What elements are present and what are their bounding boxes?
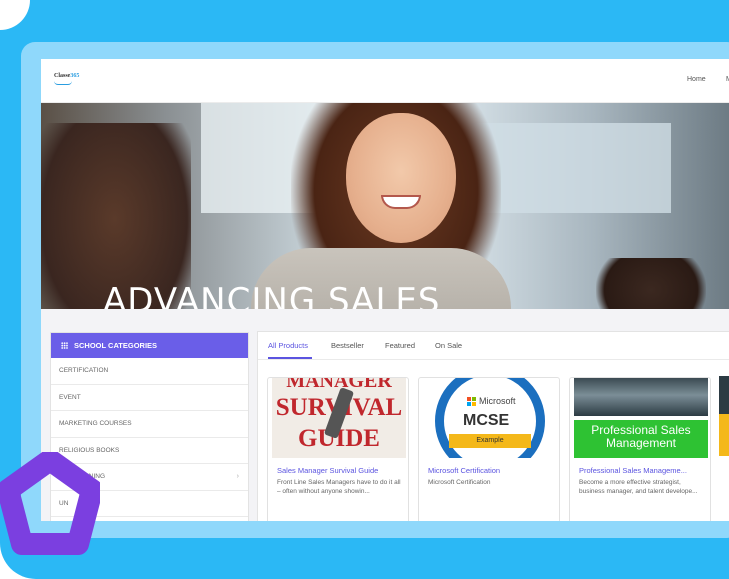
product-image: Microsoft MCSE Example xyxy=(423,378,557,458)
logo-text: Classe xyxy=(54,73,71,79)
mcse-badge: Microsoft MCSE Example xyxy=(423,378,557,458)
product-image: MANAGER SURVIVAL GUIDE xyxy=(272,378,406,458)
hero-title: ADVANCING SALES xyxy=(103,281,441,309)
cover-text: Professional Sales Management xyxy=(574,424,708,450)
mcse-label: MCSE xyxy=(463,412,510,429)
product-card[interactable]: Microsoft MCSE Example Microsoft Certifi… xyxy=(418,377,560,521)
tab-bestseller[interactable]: Bestseller xyxy=(331,341,364,350)
active-tab-indicator xyxy=(268,357,312,359)
sidebar-item-label: EVENT xyxy=(59,393,81,401)
microsoft-logo-icon xyxy=(467,396,476,406)
sidebar-item-event[interactable]: EVENT xyxy=(51,385,248,411)
product-description: Front Line Sales Managers have to do it … xyxy=(277,479,401,495)
product-card[interactable]: MANAGER SURVIVAL GUIDE Sales Manager Sur… xyxy=(267,377,409,521)
product-tabs: All Products Bestseller Featured On Sale xyxy=(258,332,729,360)
microsoft-label: Microsoft xyxy=(479,396,516,406)
logo-accent: 365 xyxy=(70,73,80,79)
chevron-right-icon: › xyxy=(236,473,239,480)
microsoft-brand: Microsoft xyxy=(467,396,516,406)
sidebar-item-label: CERTIFICATION xyxy=(59,367,109,374)
product-title[interactable]: Professional Sales Manageme... xyxy=(579,466,687,475)
tab-featured[interactable]: Featured xyxy=(385,341,415,350)
cover-photo xyxy=(574,378,708,416)
course-cover: Professional Sales Management xyxy=(574,378,708,458)
logo-swoosh xyxy=(54,81,72,85)
nav-home-link[interactable]: Home xyxy=(687,76,706,83)
site-header: Classe365 Home M xyxy=(41,59,729,103)
cover-text-line: Management xyxy=(605,436,677,450)
product-card-partial-photo xyxy=(719,376,729,414)
tab-on-sale[interactable]: On Sale xyxy=(435,341,462,350)
sidebar-header: SCHOOL CATEGORIES xyxy=(51,333,248,358)
website-screen: Classe365 Home M ADVANCING SALES SCHOOL … xyxy=(41,59,729,521)
hero-bg-window xyxy=(471,123,671,213)
product-card[interactable]: Professional Sales Management Profession… xyxy=(569,377,711,521)
products-panel: All Products Bestseller Featured On Sale… xyxy=(257,331,729,521)
hero-person-right xyxy=(596,258,706,309)
product-image: Professional Sales Management xyxy=(574,378,708,458)
product-description: Become a more effective strategist, busi… xyxy=(579,479,698,495)
site-logo[interactable]: Classe365 xyxy=(54,73,79,79)
hero-banner: ADVANCING SALES xyxy=(41,103,729,309)
example-ribbon: Example xyxy=(449,434,531,448)
sidebar-item-certification[interactable]: CERTIFICATION xyxy=(51,358,248,385)
book-cover: MANAGER SURVIVAL GUIDE xyxy=(272,378,406,458)
tab-all-products[interactable]: All Products xyxy=(268,341,308,350)
hero-person-face xyxy=(346,113,456,243)
sidebar-item-marketing-courses[interactable]: MARKETING COURSES xyxy=(51,411,248,438)
sidebar-item-label: MARKETING COURSES xyxy=(59,420,132,427)
product-description: Microsoft Certification xyxy=(428,479,491,486)
pentagon-logo-icon xyxy=(0,452,100,555)
product-title[interactable]: Microsoft Certification xyxy=(428,466,500,475)
grid-icon xyxy=(61,342,68,349)
product-title[interactable]: Sales Manager Survival Guide xyxy=(277,466,378,475)
sidebar-title: SCHOOL CATEGORIES xyxy=(74,341,158,350)
